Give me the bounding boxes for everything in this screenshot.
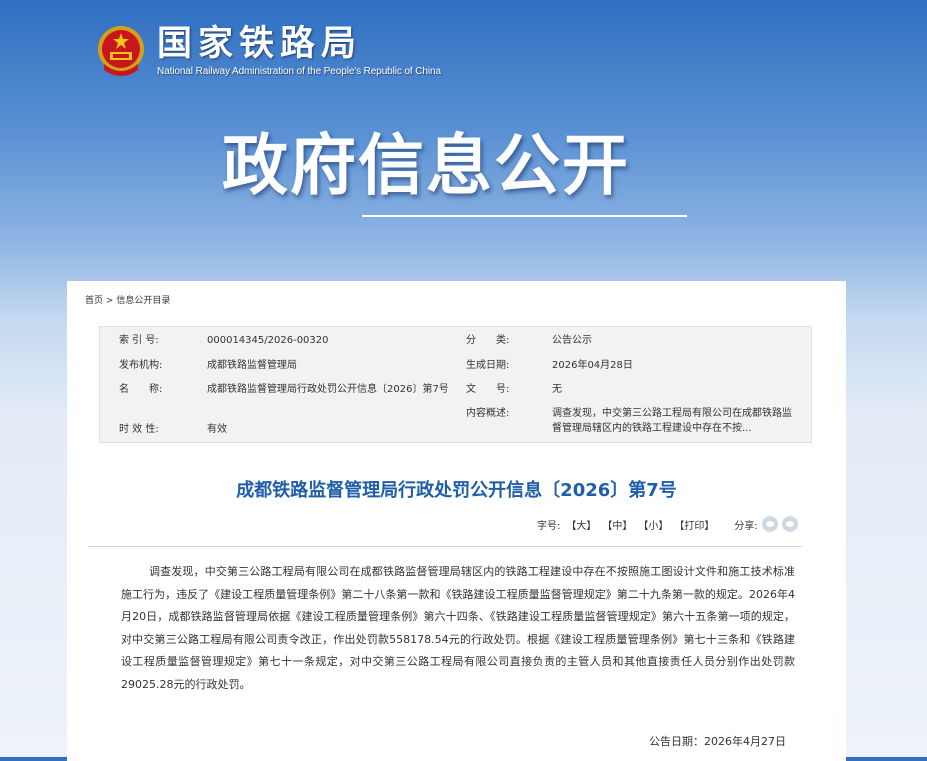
validity-value: 有效 bbox=[207, 424, 227, 435]
breadcrumb: 首页 > 信息公开目录 bbox=[85, 293, 170, 306]
summary-value: 调查发现，中交第三公路工程局有限公司在成都铁路监督管理局辖区内的铁路工程建设中存… bbox=[552, 408, 792, 434]
breadcrumb-home[interactable]: 首页 bbox=[85, 296, 103, 306]
metadata-box: 索 引 号: 000014345/2026-00320 分 类: 公告公示 发布… bbox=[99, 326, 812, 443]
name-label: 名 称: bbox=[119, 384, 163, 395]
issuer-label: 发布机构: bbox=[119, 360, 163, 371]
article-divider bbox=[88, 546, 802, 547]
national-emblem-icon bbox=[96, 24, 146, 78]
issuer-value: 成都铁路监督管理局 bbox=[207, 360, 297, 371]
validity-label: 时 效 性: bbox=[119, 424, 159, 435]
breadcrumb-current[interactable]: 信息公开目录 bbox=[116, 296, 170, 306]
article-toolbar: 字号: 【大】 【中】 【小】 【打印】 分享: bbox=[537, 515, 798, 533]
font-size-label: 字号: bbox=[537, 520, 561, 532]
font-small-button[interactable]: 【小】 bbox=[638, 517, 668, 532]
category-label: 分 类: bbox=[466, 335, 510, 346]
weibo-share-icon[interactable] bbox=[781, 516, 798, 532]
article-title: 成都铁路监督管理局行政处罚公开信息〔2026〕第7号 bbox=[236, 480, 677, 501]
created-value: 2026年04月28日 bbox=[552, 360, 633, 371]
docno-label: 文 号: bbox=[466, 384, 510, 395]
index-label: 索 引 号: bbox=[119, 335, 159, 346]
article-body: 调查发现，中交第三公路工程局有限公司在成都铁路监督管理局辖区内的铁路工程建设中存… bbox=[121, 565, 795, 691]
site-subtitle: National Railway Administration of the P… bbox=[157, 66, 441, 77]
created-label: 生成日期: bbox=[466, 360, 510, 371]
category-value: 公告公示 bbox=[552, 335, 592, 346]
content-panel: 首页 > 信息公开目录 索 引 号: 000014345/2026-00320 … bbox=[67, 281, 846, 761]
font-medium-button[interactable]: 【中】 bbox=[602, 517, 632, 532]
site-title[interactable]: 国家铁路局 bbox=[157, 24, 362, 64]
banner-title: 政府信息公开 bbox=[222, 127, 630, 204]
banner-divider bbox=[362, 215, 687, 217]
print-button[interactable]: 【打印】 bbox=[674, 517, 714, 532]
summary-label: 内容概述: bbox=[466, 408, 510, 419]
share-label: 分享: bbox=[734, 520, 758, 532]
name-value: 成都铁路监督管理局行政处罚公开信息〔2026〕第7号 bbox=[207, 384, 449, 395]
docno-value: 无 bbox=[552, 384, 562, 395]
publication-date: 公告日期：2026年4月27日 bbox=[649, 735, 786, 748]
wechat-share-icon[interactable] bbox=[761, 516, 778, 532]
index-value: 000014345/2026-00320 bbox=[207, 335, 329, 346]
breadcrumb-separator: > bbox=[105, 296, 114, 306]
font-large-button[interactable]: 【大】 bbox=[566, 517, 596, 532]
